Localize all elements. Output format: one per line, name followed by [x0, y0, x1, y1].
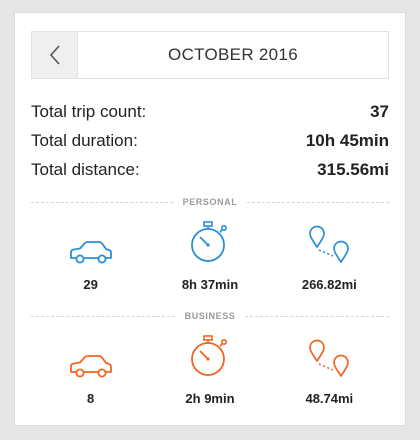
- personal-trips-stat: 29: [31, 221, 150, 292]
- trip-summary-card: OCTOBER 2016 Total trip count: 37 Total …: [14, 12, 406, 426]
- total-trip-count-label: Total trip count:: [31, 101, 147, 121]
- stopwatch-icon: [191, 335, 227, 376]
- stopwatch-icon: [191, 221, 227, 262]
- route-pins-icon: [309, 339, 350, 377]
- business-trips-value: 8: [87, 391, 95, 406]
- personal-duration-stat: 8h 37min: [150, 221, 269, 292]
- business-distance-stat: 48.74mi: [270, 335, 389, 406]
- car-icon: [69, 241, 112, 264]
- personal-trips-value: 29: [83, 277, 98, 292]
- personal-section-label: PERSONAL: [182, 197, 238, 207]
- totals-section: Total trip count: 37 Total duration: 10h…: [31, 97, 389, 184]
- personal-divider: PERSONAL: [31, 195, 389, 209]
- business-stats: 8 2h 9min 48.74mi: [31, 335, 389, 406]
- total-distance-row: Total distance: 315.56mi: [31, 155, 389, 184]
- total-duration-row: Total duration: 10h 45min: [31, 126, 389, 155]
- total-distance-value: 315.56mi: [317, 159, 389, 179]
- total-duration-label: Total duration:: [31, 130, 138, 150]
- business-trips-stat: 8: [31, 335, 150, 406]
- month-title: OCTOBER 2016: [168, 45, 298, 64]
- previous-month-button[interactable]: [32, 32, 78, 78]
- car-icon: [69, 355, 112, 378]
- personal-stats: 29 8h 37min 266.82mi: [31, 221, 389, 292]
- business-distance-value: 48.74mi: [305, 391, 354, 406]
- total-trip-count-row: Total trip count: 37: [31, 97, 389, 126]
- personal-duration-value: 8h 37min: [181, 277, 239, 292]
- business-section-label: BUSINESS: [184, 311, 236, 321]
- total-distance-label: Total distance:: [31, 159, 140, 179]
- business-duration-value: 2h 9min: [185, 391, 235, 406]
- total-trip-count-value: 37: [370, 101, 389, 121]
- chevron-left-icon: [49, 45, 60, 65]
- business-duration-stat: 2h 9min: [150, 335, 269, 406]
- total-duration-value: 10h 45min: [305, 130, 389, 150]
- route-pins-icon: [309, 225, 350, 263]
- business-divider: BUSINESS: [31, 309, 389, 323]
- month-selector: OCTOBER 2016: [31, 31, 389, 79]
- personal-distance-stat: 266.82mi: [270, 221, 389, 292]
- personal-distance-value: 266.82mi: [301, 277, 357, 292]
